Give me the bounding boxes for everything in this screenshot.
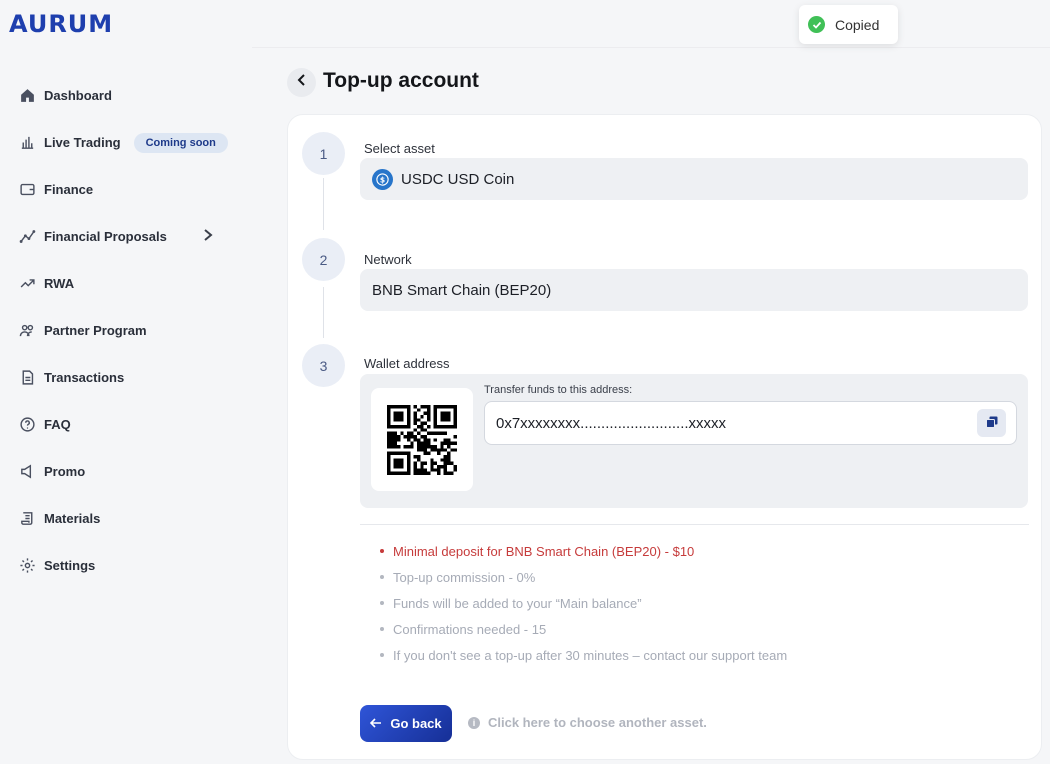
document-icon — [18, 369, 36, 387]
copied-toast: Copied — [799, 5, 898, 44]
note-item: Funds will be added to your “Main balanc… — [380, 590, 787, 616]
go-back-label: Go back — [390, 716, 442, 731]
bar-chart-icon — [18, 134, 36, 152]
copy-button[interactable] — [977, 409, 1006, 437]
usdc-coin-icon: $ — [372, 168, 393, 190]
deposit-notes: Minimal deposit for BNB Smart Chain (BEP… — [380, 538, 787, 668]
logo[interactable]: AURUM — [9, 10, 113, 38]
svg-text:$: $ — [380, 175, 385, 184]
sidebar-item-partner-program[interactable]: Partner Program — [18, 307, 248, 354]
step-number-3: 3 — [302, 344, 345, 387]
choose-asset-hint[interactable]: i Click here to choose another asset. — [468, 715, 707, 730]
note-text: Funds will be added to your “Main balanc… — [393, 595, 642, 611]
wallet-address-value: 0x7xxxxxxxx..........................xxx… — [496, 414, 727, 432]
sidebar-item-live-trading[interactable]: Live Trading Coming soon — [18, 119, 248, 166]
copy-icon — [985, 415, 998, 432]
asset-select[interactable]: $ USDC USD Coin — [360, 158, 1028, 200]
step-connector — [323, 287, 324, 338]
sidebar-item-faq[interactable]: FAQ — [18, 401, 248, 448]
bullet-icon — [380, 627, 384, 631]
back-button[interactable] — [287, 68, 316, 97]
step-number-1: 1 — [302, 132, 345, 175]
network-value: BNB Smart Chain (BEP20) — [372, 281, 552, 299]
bullet-icon — [380, 653, 384, 657]
sidebar-item-label: Promo — [44, 464, 86, 479]
sidebar-item-financial-proposals[interactable]: Financial Proposals — [18, 213, 248, 260]
bullet-icon — [380, 549, 384, 553]
note-item: Top-up commission - 0% — [380, 564, 787, 590]
wallet-panel: Transfer funds to this address: 0x7xxxxx… — [360, 374, 1028, 508]
sidebar-item-label: Dashboard — [44, 88, 112, 103]
info-icon: i — [468, 716, 480, 729]
home-icon — [18, 87, 36, 105]
chevron-right-icon[interactable] — [202, 228, 214, 245]
step-number-2: 2 — [302, 238, 345, 281]
line-chart-icon — [18, 228, 36, 246]
coming-soon-badge: Coming soon — [133, 132, 228, 153]
sidebar: AURUM Dashboard Live Trading Coming soon… — [0, 0, 252, 764]
network-select[interactable]: BNB Smart Chain (BEP20) — [360, 269, 1028, 311]
asset-value: USDC USD Coin — [401, 170, 515, 188]
sidebar-item-label: Materials — [44, 511, 101, 526]
note-item: Confirmations needed - 15 — [380, 616, 787, 642]
step-connector — [323, 178, 324, 230]
scroll-icon — [18, 510, 36, 528]
note-text: Confirmations needed - 15 — [393, 621, 547, 637]
toast-text: Copied — [835, 16, 880, 33]
qr-code — [371, 388, 473, 491]
sidebar-item-label: Transactions — [44, 370, 125, 385]
sidebar-item-label: Financial Proposals — [44, 229, 167, 244]
network-label: Network — [364, 252, 412, 267]
note-item: Minimal deposit for BNB Smart Chain (BEP… — [380, 538, 787, 564]
bullet-icon — [380, 575, 384, 579]
sidebar-item-label: Settings — [44, 558, 96, 573]
megaphone-icon — [18, 463, 36, 481]
note-text: Minimal deposit for BNB Smart Chain (BEP… — [393, 543, 695, 559]
wallet-address-label: Wallet address — [364, 356, 450, 371]
sidebar-item-rwa[interactable]: RWA — [18, 260, 248, 307]
sidebar-item-finance[interactable]: Finance — [18, 166, 248, 213]
sidebar-item-settings[interactable]: Settings — [18, 542, 248, 589]
arrow-left-icon — [370, 716, 382, 731]
chevron-left-icon — [296, 73, 308, 92]
check-circle-icon — [808, 16, 825, 33]
note-text: Top-up commission - 0% — [393, 569, 536, 585]
sidebar-item-label: Live Trading — [44, 135, 121, 150]
hint-text: Click here to choose another asset. — [488, 715, 707, 730]
sidebar-item-label: Finance — [44, 182, 94, 197]
sidebar-item-materials[interactable]: Materials — [18, 495, 248, 542]
page-title: Top-up account — [323, 69, 479, 92]
select-asset-label: Select asset — [364, 141, 435, 156]
wallet-icon — [18, 181, 36, 199]
sidebar-item-transactions[interactable]: Transactions — [18, 354, 248, 401]
note-text: If you don't see a top-up after 30 minut… — [393, 647, 788, 663]
transfer-label: Transfer funds to this address: — [484, 384, 633, 396]
sidebar-item-promo[interactable]: Promo — [18, 448, 248, 495]
notes-divider — [360, 524, 1029, 525]
gear-icon — [18, 557, 36, 575]
sidebar-item-label: RWA — [44, 276, 75, 291]
header-divider — [252, 47, 1050, 48]
trending-up-icon — [18, 275, 36, 293]
users-icon — [18, 322, 36, 340]
note-item: If you don't see a top-up after 30 minut… — [380, 642, 787, 668]
sidebar-item-label: FAQ — [44, 417, 71, 432]
bullet-icon — [380, 601, 384, 605]
sidebar-item-label: Partner Program — [44, 323, 147, 338]
wallet-address-field[interactable]: 0x7xxxxxxxx..........................xxx… — [484, 401, 1017, 445]
go-back-button[interactable]: Go back — [360, 705, 452, 742]
sidebar-item-dashboard[interactable]: Dashboard — [18, 72, 248, 119]
qr-code-image — [387, 404, 457, 475]
sidebar-nav: Dashboard Live Trading Coming soon Finan… — [18, 72, 248, 589]
help-circle-icon — [18, 416, 36, 434]
